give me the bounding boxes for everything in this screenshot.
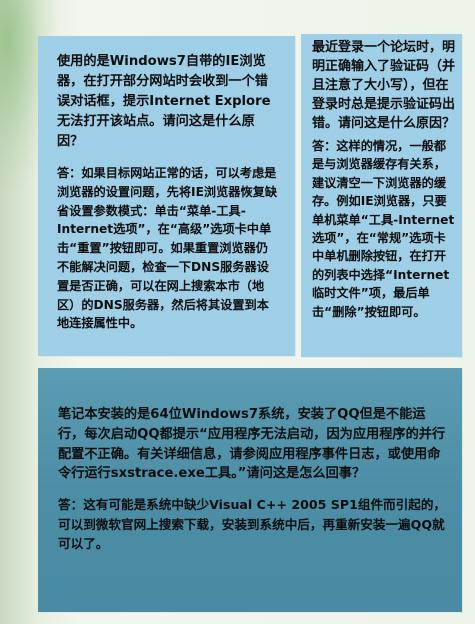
qa-card-ie-site: 使用的是Windows7自带的IE浏览器，在打开部分网站时会收到一个错误对话框，… <box>38 36 295 356</box>
answer-text: 答：如果目标网站正常的话，可以考虑是浏览器的设置问题，先将IE浏览器恢复缺省设置… <box>57 166 278 331</box>
answer-text: 答：这样的情况，一般都是与浏览器缓存有关系，建议清空一下浏览器的缓存。例如IE浏… <box>312 139 455 319</box>
question-text: 最近登录一个论坛时，明明正确输入了验证码（并且注意了大小写），但在登录时总是提示… <box>312 40 456 131</box>
qa-card-captcha: 最近登录一个论坛时，明明正确输入了验证码（并且注意了大小写），但在登录时总是提示… <box>301 34 462 357</box>
answer-text: 答：这有可能是系统中缺少Visual C++ 2005 SP1组件而引起的，可以… <box>58 497 447 552</box>
question-text: 笔记本安装的是64位Windows7系统，安装了QQ但是不能运行，每次启动QQ都… <box>58 407 446 482</box>
question-text: 使用的是Windows7自带的IE浏览器，在打开部分网站时会收到一个错误对话框，… <box>57 54 271 149</box>
qa-card-qq-error: 笔记本安装的是64位Windows7系统，安装了QQ但是不能运行，每次启动QQ都… <box>38 368 462 612</box>
